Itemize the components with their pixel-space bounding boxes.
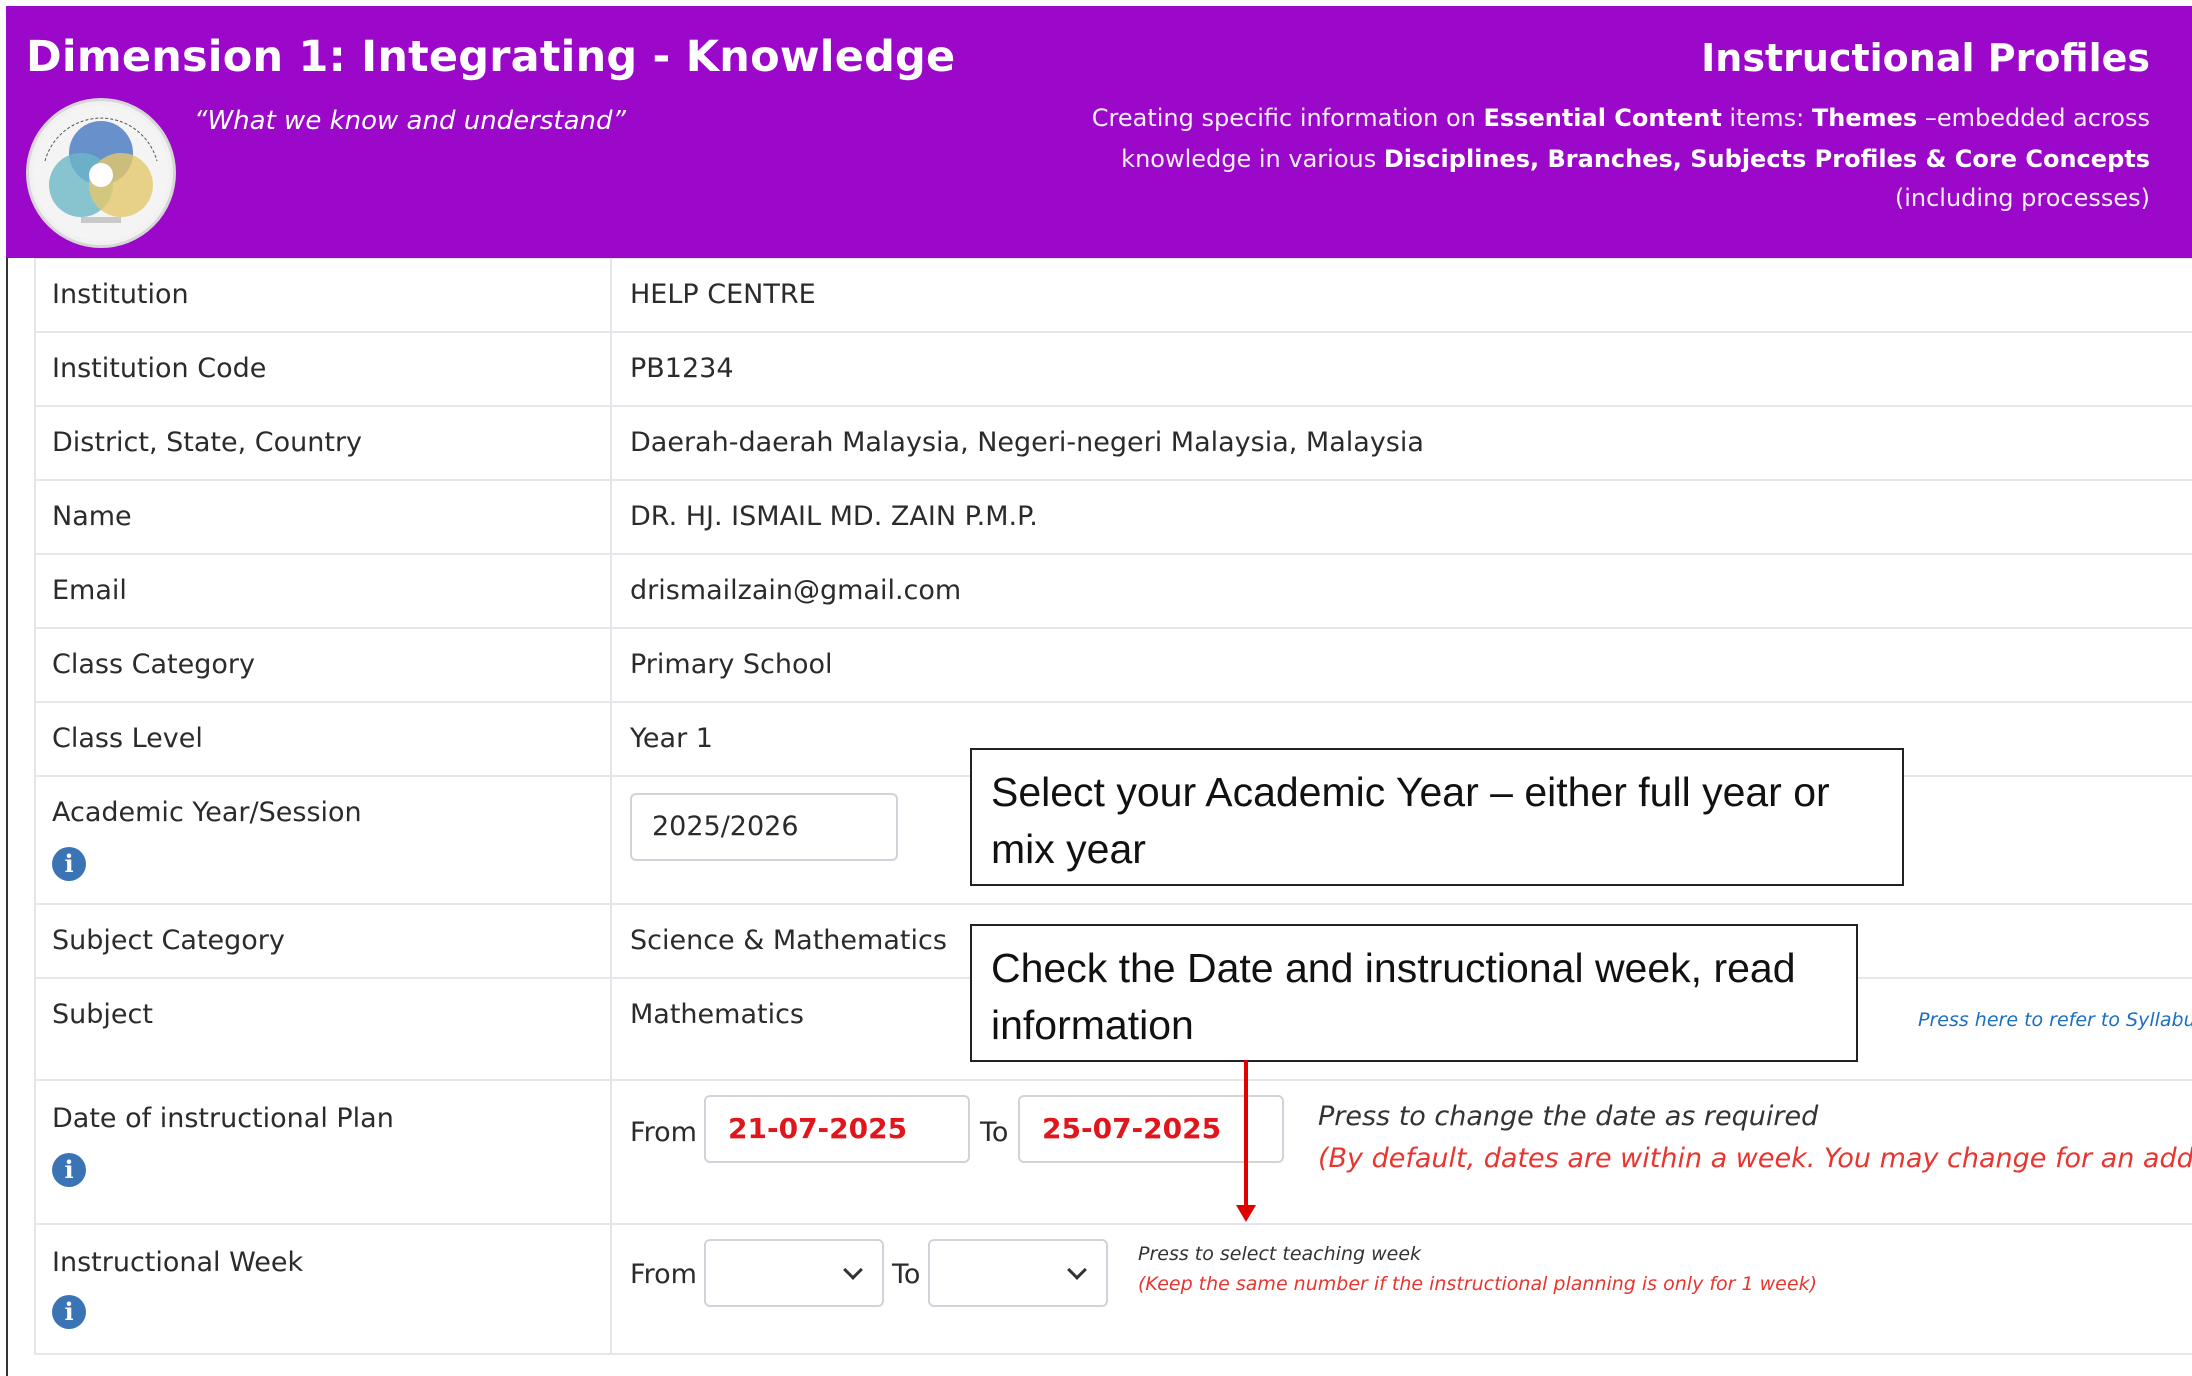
subject-label: Subject [52,999,153,1030]
table-row: Name DR. HJ. ISMAIL MD. ZAIN P.M.P. [34,481,2192,555]
table-row: District, State, Country Daerah-daerah M… [34,407,2192,481]
info-icon[interactable]: i [52,1295,86,1329]
callout-arrow [1244,1060,1248,1210]
class-category-label: Class Category [52,649,255,680]
banner-description: Creating specific information on Essenti… [1091,104,2150,212]
class-level-value: Year 1 [630,723,713,754]
subject-category-value: Science & Mathematics [630,925,947,956]
class-level-label: Class Level [52,723,203,754]
table-row: Instructional Week i From To Press to se… [34,1225,2192,1355]
academic-year-callout: Select your Academic Year – either full … [970,748,1904,886]
week-label: Instructional Week [52,1247,304,1278]
name-label: Name [52,501,132,532]
info-icon[interactable]: i [52,847,86,881]
date-week-callout: Check the Date and instructional week, r… [970,924,1858,1062]
callout-arrow-head [1236,1205,1256,1222]
district-value: Daerah-daerah Malaysia, Negeri-negeri Ma… [630,427,1424,458]
week-from-label: From [630,1259,697,1290]
header-banner: Dimension 1: Integrating - Knowledge “Wh… [6,6,2192,258]
subject-category-label: Subject Category [52,925,285,956]
table-row: Class Category Primary School [34,629,2192,703]
subject-value: Mathematics [630,999,804,1030]
table-row: Email drismailzain@gmail.com [34,555,2192,629]
table-row: Institution Code PB1234 [34,333,2192,407]
table-row: Institution HELP CENTRE [34,259,2192,333]
date-plan-label: Date of instructional Plan [52,1103,394,1134]
institution-label: Institution [52,279,189,310]
date-to-label: To [980,1117,1009,1148]
week-note: (Keep the same number if the instruction… [1138,1273,1817,1295]
institution-value: HELP CENTRE [630,279,816,310]
date-note: (By default, dates are within a week. Yo… [1318,1143,2192,1174]
week-from-select[interactable] [704,1239,884,1307]
chevron-down-icon [1067,1260,1087,1280]
week-hint: Press to select teaching week [1138,1243,1422,1265]
chevron-down-icon [843,1260,863,1280]
four-dimensional-education-logo [26,98,176,248]
week-to-select[interactable] [928,1239,1108,1307]
week-to-label: To [892,1259,921,1290]
syllabus-link[interactable]: Press here to refer to Syllabus & S [1918,1009,2192,1031]
email-label: Email [52,575,127,606]
section-title: Instructional Profiles [1701,36,2150,80]
date-from-input[interactable]: 21-07-2025 [704,1095,970,1163]
date-from-label: From [630,1117,697,1148]
table-row: Date of instructional Plan i From 21-07-… [34,1081,2192,1225]
class-category-value: Primary School [630,649,833,680]
name-value: DR. HJ. ISMAIL MD. ZAIN P.M.P. [630,501,1038,532]
district-label: District, State, Country [52,427,363,458]
institution-code-label: Institution Code [52,353,267,384]
date-hint: Press to change the date as required [1318,1101,1819,1132]
institution-code-value: PB1234 [630,353,734,384]
email-value: drismailzain@gmail.com [630,575,962,606]
info-icon[interactable]: i [52,1153,86,1187]
banner-quote: “What we know and understand” [194,106,626,136]
page-title: Dimension 1: Integrating - Knowledge [26,32,956,82]
academic-year-input[interactable]: 2025/2026 [630,793,898,861]
academic-year-label: Academic Year/Session [52,797,362,828]
